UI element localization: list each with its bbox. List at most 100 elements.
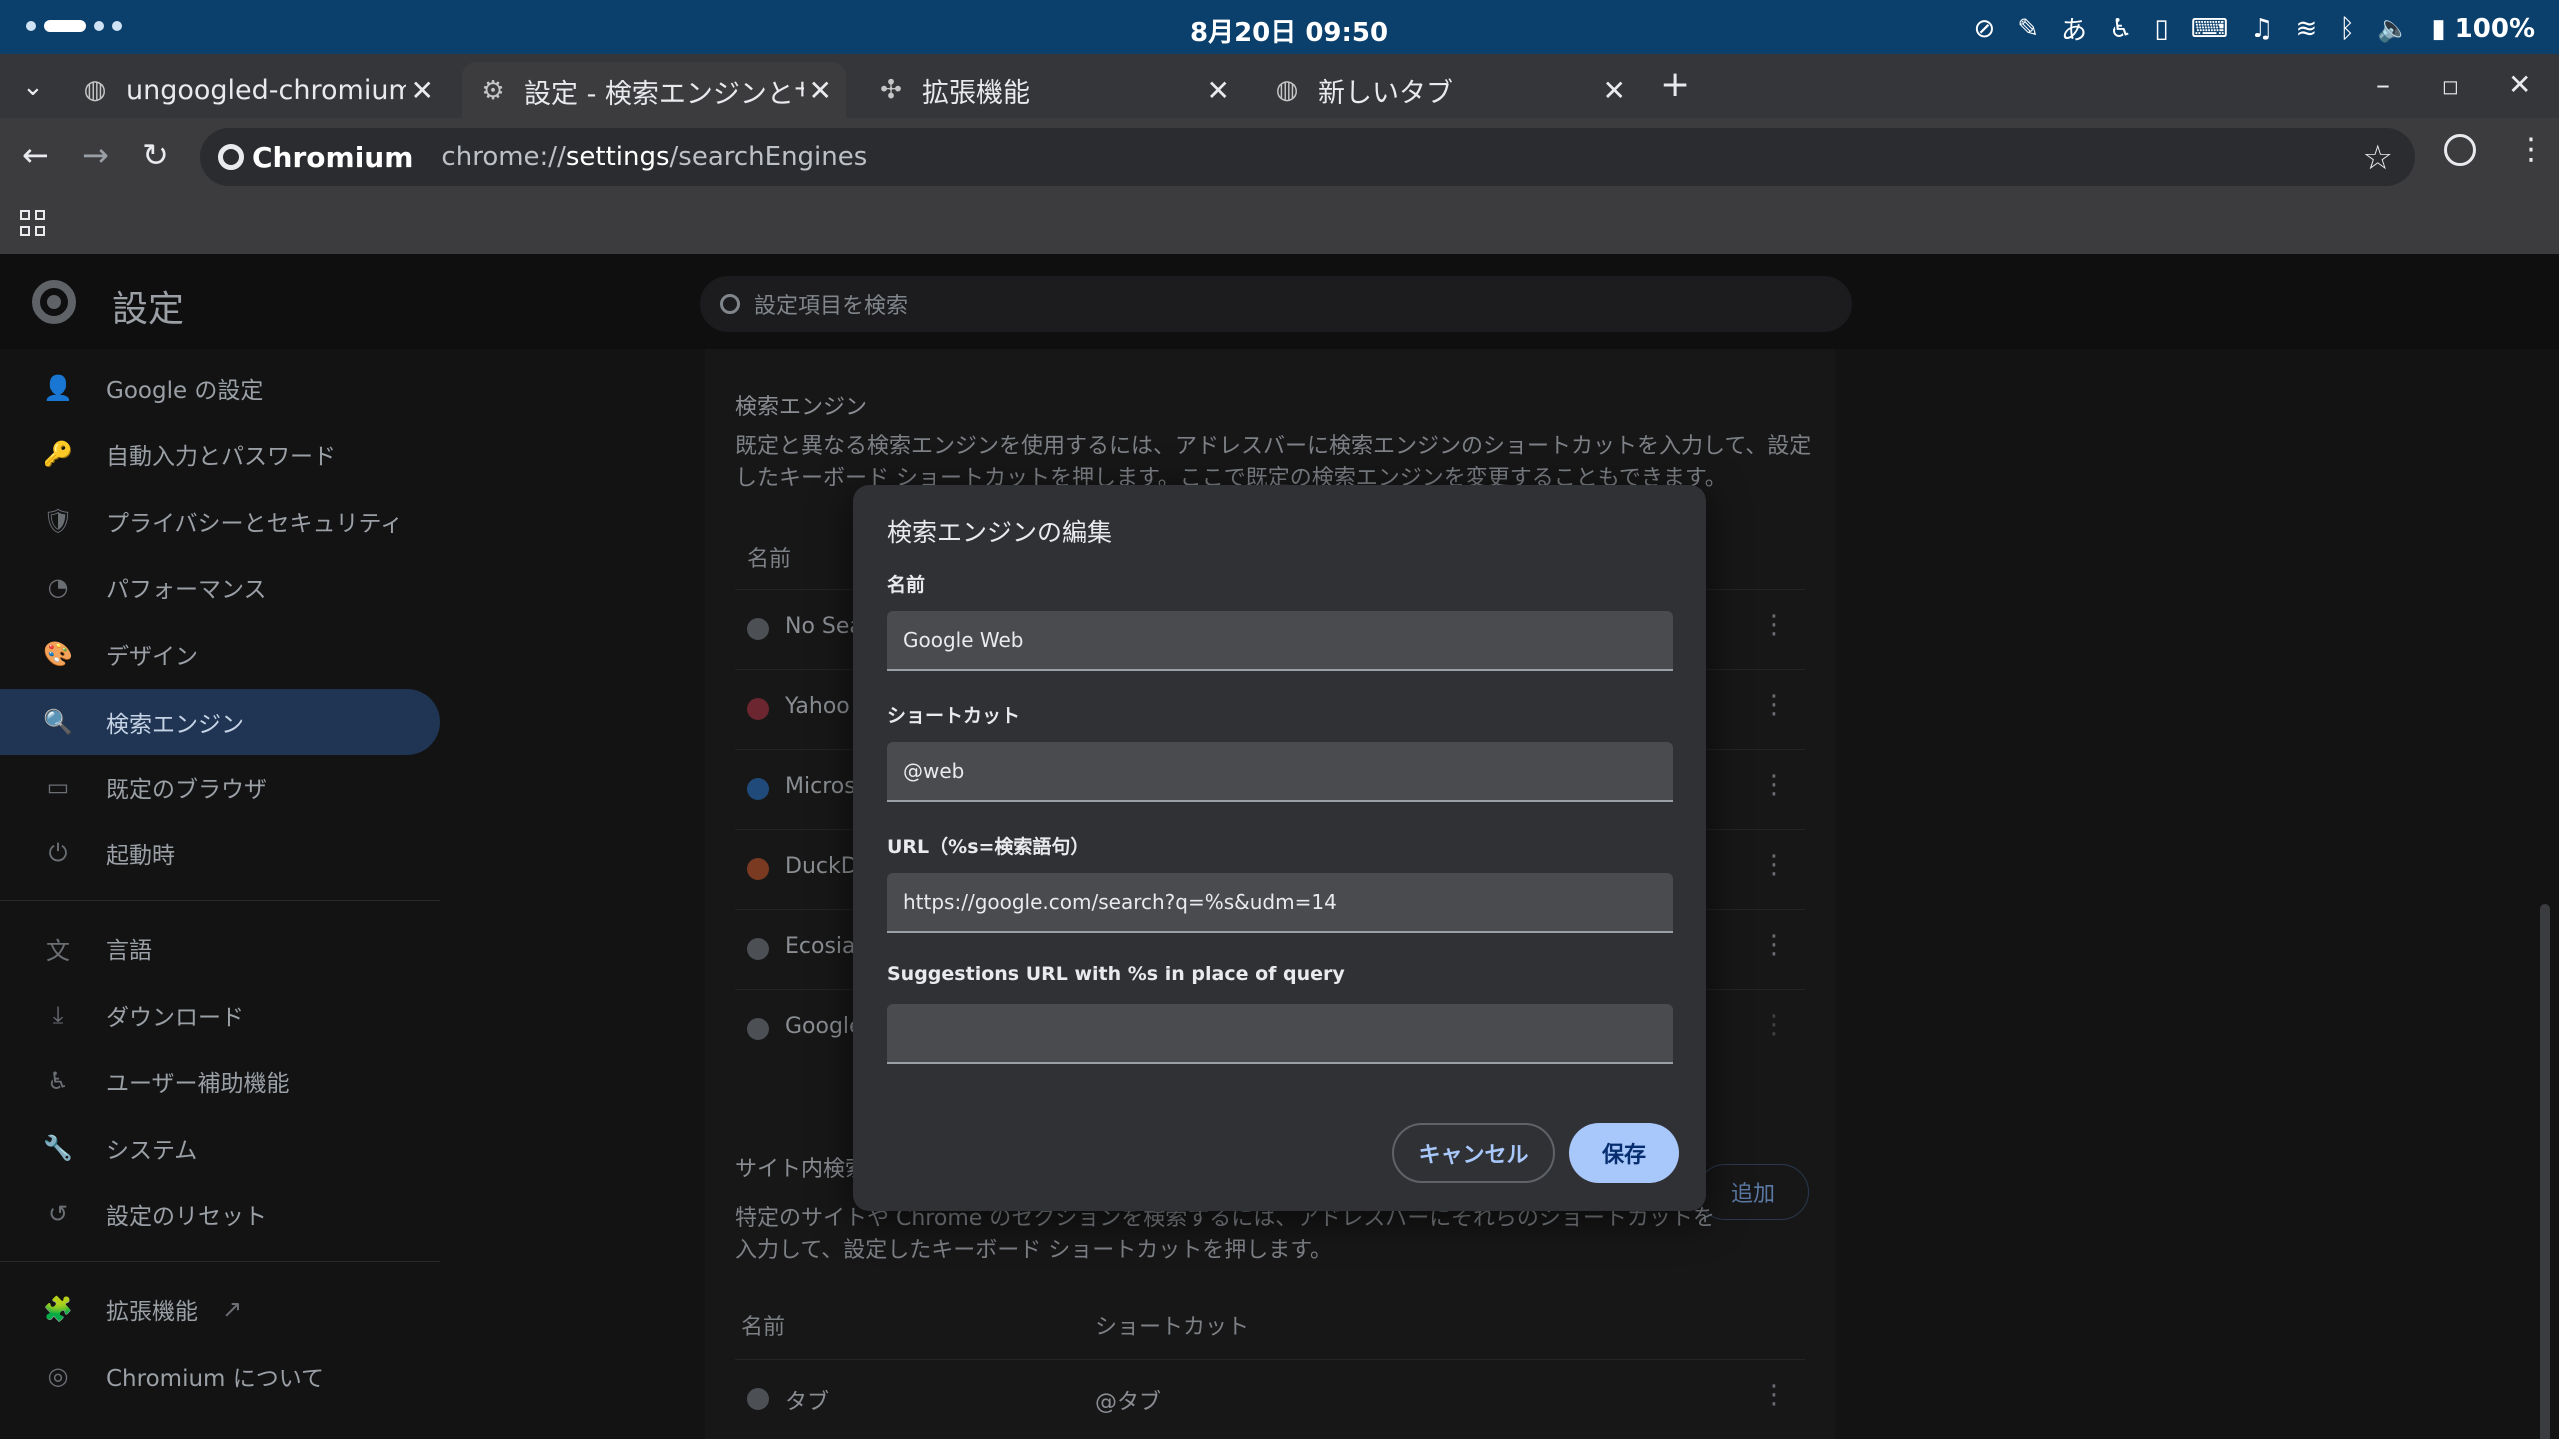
volume-icon[interactable]: 🔈 bbox=[2377, 14, 2409, 44]
more-actions-icon[interactable]: ⋮ bbox=[1761, 690, 1787, 720]
table-row[interactable]: タブ @タブ ⋮ bbox=[735, 1359, 1805, 1439]
sidebar-divider bbox=[0, 1261, 440, 1262]
suggestions-url-input[interactable] bbox=[887, 1004, 1673, 1062]
scrollbar-thumb[interactable] bbox=[2540, 904, 2550, 1439]
kebab-menu-icon[interactable]: ⋮ bbox=[2516, 132, 2546, 167]
apps-grid-icon[interactable] bbox=[20, 210, 46, 236]
sidebar-item-performance[interactable]: ◔ パフォーマンス bbox=[0, 554, 440, 620]
pen-icon[interactable]: ✎ bbox=[2017, 14, 2039, 44]
tab-close-icon[interactable]: ✕ bbox=[1603, 74, 1626, 107]
sidebar-item-accessibility[interactable]: ♿ ユーザー補助機能 bbox=[0, 1048, 440, 1114]
download-icon: ⤓ bbox=[52, 1001, 64, 1029]
bing-icon bbox=[747, 778, 769, 800]
translate-icon: 文 bbox=[46, 936, 70, 965]
search-placeholder: 設定項目を検索 bbox=[754, 294, 909, 319]
sidebar-item-system[interactable]: 🔧 システム bbox=[0, 1115, 440, 1181]
sidebar-item-search-engine[interactable]: 🔍 検索エンジン bbox=[0, 689, 440, 755]
more-actions-icon[interactable]: ⋮ bbox=[1761, 610, 1787, 640]
url-field[interactable] bbox=[887, 873, 1673, 933]
name-field-label: 名前 bbox=[887, 574, 926, 596]
sidebar-item-label: ダウンロード bbox=[106, 1005, 244, 1031]
cancel-button[interactable]: キャンセル bbox=[1392, 1123, 1555, 1183]
edit-search-engine-dialog: 検索エンジンの編集 名前 ショートカット URL（%s=検索語句） Sugges… bbox=[853, 485, 1706, 1211]
back-arrow-icon[interactable]: ← bbox=[22, 136, 49, 174]
new-tab-plus-icon[interactable]: + bbox=[1660, 64, 1690, 105]
tab-close-icon[interactable]: ✕ bbox=[1207, 74, 1230, 107]
desktop-indicator[interactable] bbox=[26, 20, 122, 32]
suggestions-url-field-label: Suggestions URL with %s in place of quer… bbox=[887, 963, 1345, 985]
search-icon bbox=[720, 294, 740, 314]
sidebar-item-label: 拡張機能 bbox=[106, 1299, 198, 1325]
profile-avatar-icon[interactable] bbox=[2444, 134, 2476, 166]
sidebar-item-reset[interactable]: ↺ 設定のリセット bbox=[0, 1181, 440, 1247]
more-actions-icon[interactable]: ⋮ bbox=[1761, 1380, 1787, 1410]
tab-search-chevron-icon[interactable]: ⌄ bbox=[22, 72, 44, 102]
no-sync-icon[interactable]: ⊘ bbox=[1973, 14, 1995, 44]
headphones-icon[interactable]: ♫ bbox=[2250, 14, 2273, 44]
accessibility-icon: ♿ bbox=[47, 1067, 69, 1095]
more-actions-icon[interactable]: ⋮ bbox=[1761, 850, 1787, 880]
palette-icon: 🎨 bbox=[43, 640, 73, 668]
sidebar-item-languages[interactable]: 文 言語 bbox=[0, 915, 440, 981]
desktop-dot bbox=[94, 21, 104, 31]
accessibility-icon[interactable]: ♿ bbox=[2109, 14, 2132, 44]
sidebar-item-google[interactable]: 👤 Google の設定 bbox=[0, 355, 440, 421]
phone-battery-icon[interactable]: ▯ bbox=[2154, 14, 2168, 44]
save-button[interactable]: 保存 bbox=[1569, 1123, 1679, 1183]
ime-indicator[interactable]: あ bbox=[2061, 10, 2087, 47]
sidebar-item-about[interactable]: ◎ Chromium について bbox=[0, 1343, 440, 1409]
minimize-icon[interactable]: – bbox=[2376, 68, 2390, 101]
bookmark-star-icon[interactable]: ☆ bbox=[2363, 138, 2393, 178]
system-clock[interactable]: 8月20日 09:50 bbox=[1190, 12, 1388, 49]
settings-search-input[interactable]: 設定項目を検索 bbox=[700, 276, 1852, 332]
section-title-search-engines: 検索エンジン bbox=[735, 395, 868, 420]
forward-arrow-icon[interactable]: → bbox=[82, 136, 109, 174]
sidebar-divider bbox=[0, 900, 440, 901]
tab-ungoogled-chromium[interactable]: ◍ ungoogled-chromium fi ✕ bbox=[64, 62, 448, 118]
reload-icon[interactable]: ↻ bbox=[142, 136, 169, 174]
suggestions-url-field[interactable] bbox=[887, 1004, 1673, 1064]
more-actions-icon[interactable]: ⋮ bbox=[1761, 770, 1787, 800]
more-actions-icon[interactable]: ⋮ bbox=[1761, 1010, 1787, 1040]
sidebar-item-label: 既定のブラウザ bbox=[106, 777, 267, 803]
bluetooth-icon[interactable]: ᛒ bbox=[2339, 14, 2355, 44]
globe-icon bbox=[747, 938, 769, 960]
page-scrollbar[interactable] bbox=[2540, 649, 2552, 1439]
tab-close-icon[interactable]: ✕ bbox=[809, 74, 832, 107]
shortcut-field[interactable] bbox=[887, 742, 1673, 802]
sidebar-item-appearance[interactable]: 🎨 デザイン bbox=[0, 621, 440, 687]
tab-new-tab[interactable]: ◍ 新しいタブ ✕ bbox=[1256, 62, 1640, 118]
sidebar-item-label: パフォーマンス bbox=[106, 577, 267, 603]
battery-status[interactable]: ▮ 100% bbox=[2431, 14, 2535, 44]
settings-header: 設定 設定項目を検索 bbox=[0, 254, 2559, 349]
tab-extensions[interactable]: ✣ 拡張機能 ✕ bbox=[860, 62, 1244, 118]
name-field[interactable] bbox=[887, 611, 1673, 671]
tab-close-icon[interactable]: ✕ bbox=[411, 74, 434, 107]
tab-settings[interactable]: ⚙ 設定 - 検索エンジンとサ ✕ bbox=[462, 62, 846, 120]
sidebar-item-label: ユーザー補助機能 bbox=[106, 1071, 290, 1097]
url-text[interactable]: chrome://settings/searchEngines bbox=[441, 142, 867, 172]
sidebar-item-label: 設定のリセット bbox=[106, 1204, 267, 1230]
sidebar-item-autofill[interactable]: 🔑 自動入力とパスワード bbox=[0, 421, 440, 487]
column-header-name: 名前 bbox=[747, 547, 792, 572]
wifi-icon[interactable]: ≋ bbox=[2296, 14, 2318, 44]
sidebar-item-default-browser[interactable]: ▭ 既定のブラウザ bbox=[0, 754, 440, 820]
puzzle-icon: 🧩 bbox=[43, 1295, 73, 1323]
name-input[interactable] bbox=[887, 611, 1673, 669]
shortcut-input[interactable] bbox=[887, 742, 1673, 800]
sidebar-item-label: 言語 bbox=[106, 938, 152, 964]
window-close-icon[interactable]: ✕ bbox=[2508, 68, 2531, 101]
sidebar-item-on-startup[interactable]: ⏻ 起動時 bbox=[0, 820, 440, 886]
maximize-icon[interactable]: ◻ bbox=[2442, 74, 2459, 98]
sidebar-item-downloads[interactable]: ⤓ ダウンロード bbox=[0, 982, 440, 1048]
globe-icon: ◍ bbox=[83, 75, 107, 105]
more-actions-icon[interactable]: ⋮ bbox=[1761, 930, 1787, 960]
chromium-page-icon[interactable] bbox=[218, 144, 244, 170]
url-input[interactable] bbox=[887, 873, 1673, 931]
system-status-bar: 8月20日 09:50 ⊘ ✎ あ ♿ ▯ ⌨ ♫ ≋ ᛒ 🔈 ▮ 100% bbox=[0, 0, 2559, 54]
sidebar-item-extensions[interactable]: 🧩 拡張機能 ↗ bbox=[0, 1276, 440, 1342]
address-bar[interactable]: Chromium chrome://settings/searchEngines… bbox=[200, 128, 2415, 186]
keyboard-battery-icon[interactable]: ⌨ bbox=[2191, 14, 2229, 44]
sidebar-item-privacy[interactable]: 🛡 プライバシーとセキュリティ bbox=[0, 488, 440, 554]
browser-window-icon: ▭ bbox=[46, 773, 70, 801]
